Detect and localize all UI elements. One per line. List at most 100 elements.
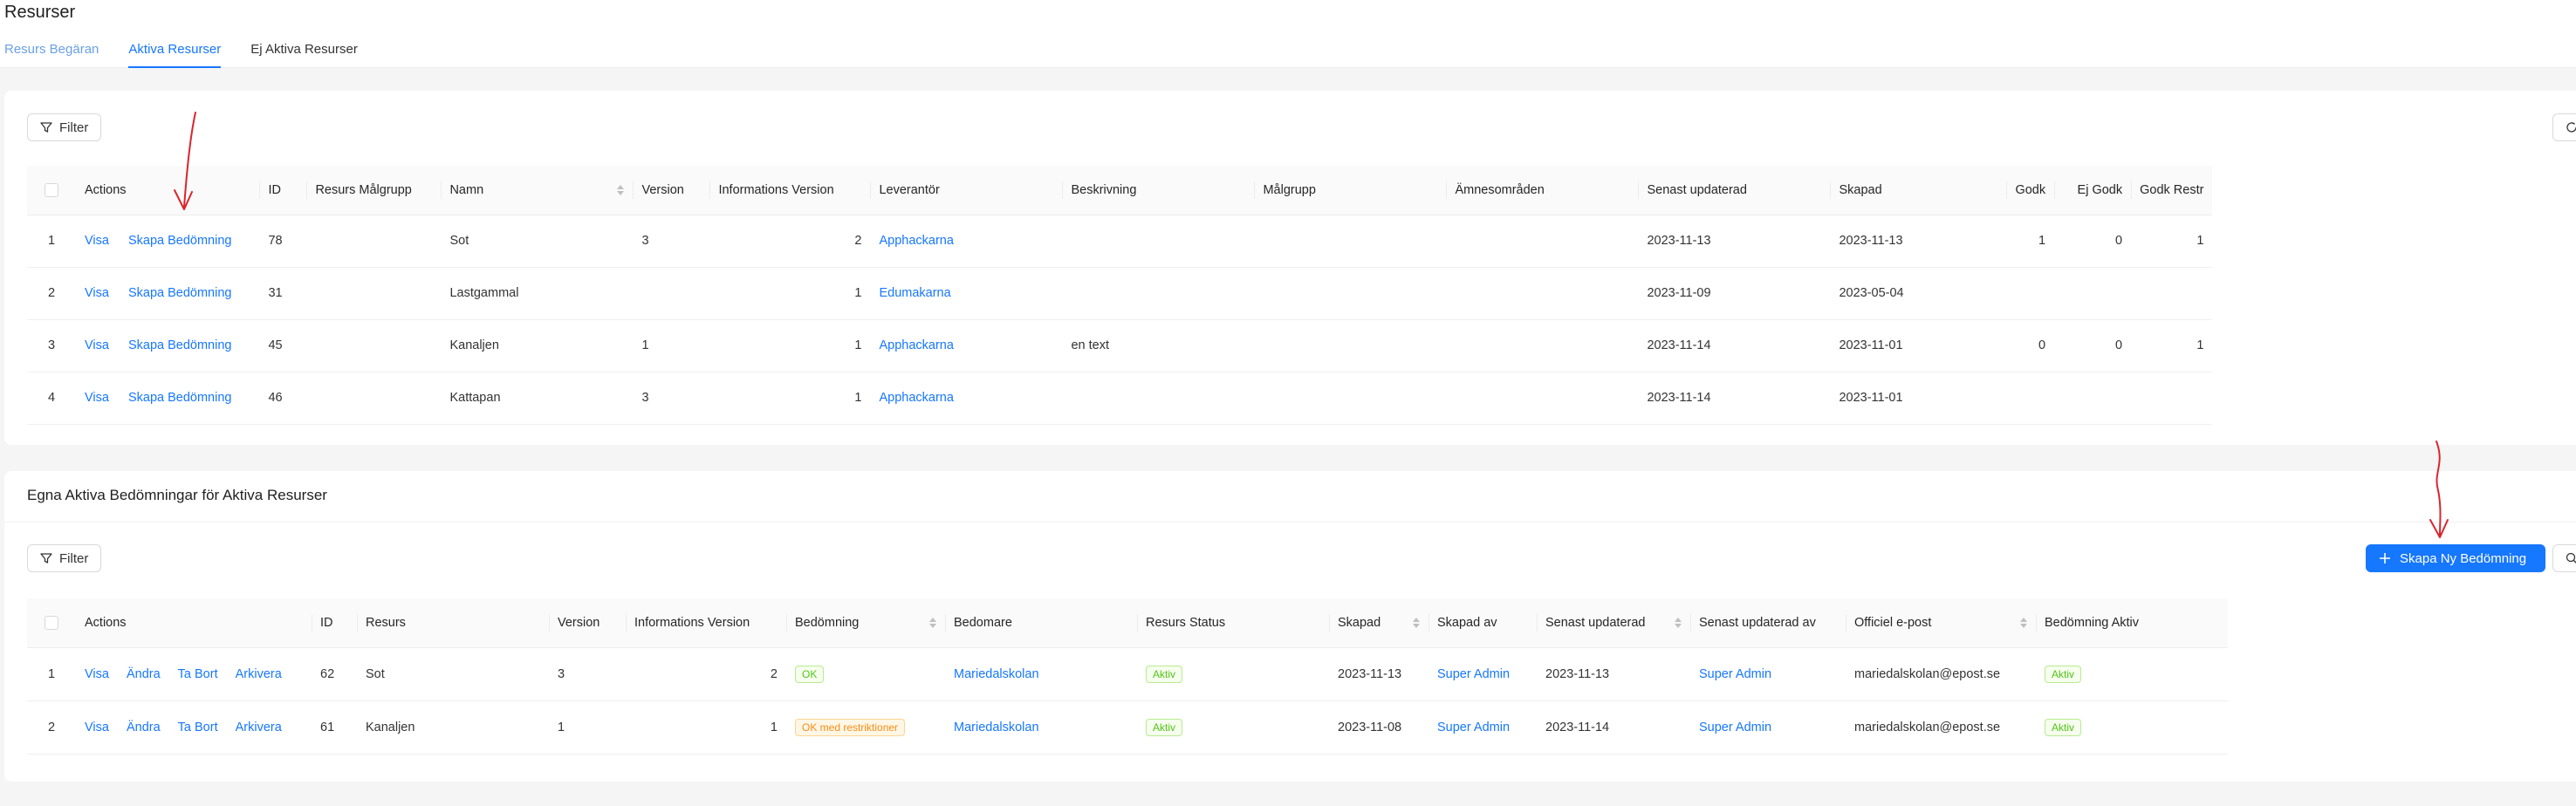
create-new-assessment-button[interactable]: Skapa Ny Bedömning [2366, 544, 2545, 572]
table-row: 3 Visa Skapa Bedömning 45 Kanaljen 1 1 Ap… [27, 319, 2213, 372]
delete-link[interactable]: Ta Bort [178, 667, 218, 681]
search-button[interactable] [2552, 544, 2576, 572]
col-id: ID [312, 598, 357, 648]
col-namn-label: Namn [449, 182, 484, 197]
create-assessment-link[interactable]: Skapa Bedömning [128, 234, 232, 248]
create-new-assessment-label: Skapa Ny Bedömning [2400, 550, 2527, 566]
cell-created: 2023-11-01 [1830, 372, 2007, 425]
page-title: Resurser [4, 3, 76, 22]
annotation-arrow-icon [2429, 441, 2449, 538]
cell-resurs: Kanaljen [357, 700, 549, 755]
cell-created: 2023-05-04 [1830, 267, 2007, 320]
col-godk: Godk [2006, 166, 2055, 215]
cell-updated-by-link[interactable]: Super Admin [1690, 700, 1846, 755]
view-link[interactable]: Visa [85, 286, 109, 300]
col-info-version: Informations Version [626, 598, 786, 648]
col-skapad[interactable]: Skapad [1329, 598, 1428, 648]
create-assessment-link[interactable]: Skapa Bedömning [128, 391, 232, 405]
col-resurs: Resurs [357, 598, 549, 648]
row-number: 2 [27, 700, 76, 755]
create-assessment-link[interactable]: Skapa Bedömning [128, 286, 232, 300]
edit-link[interactable]: Ändra [127, 667, 161, 681]
cell-ej-godk [2054, 267, 2132, 320]
col-actions: Actions [76, 598, 312, 648]
cell-leverantor-link[interactable]: Apphackarna [870, 215, 1063, 268]
cell-resurs-malgrupp [306, 372, 442, 425]
cell-beskrivning: en text [1062, 319, 1255, 372]
col-officiel-epost[interactable]: Officiel e-post [1846, 598, 2036, 648]
cell-resurs: Sot [357, 647, 549, 701]
sort-icon [1413, 617, 1420, 628]
row-number: 3 [27, 319, 76, 372]
cell-resurs-malgrupp [306, 215, 442, 268]
col-bedomning[interactable]: Bedömning [786, 598, 945, 648]
sort-icon [1675, 617, 1682, 628]
cell-namn: Kanaljen [441, 319, 634, 372]
cell-created-by-link[interactable]: Super Admin [1428, 700, 1537, 755]
col-bedomning-label: Bedömning [795, 615, 860, 630]
assessments-table: Actions ID Resurs Version Informations V… [27, 598, 2228, 755]
assessment-tag: OK med restriktioner [795, 718, 906, 736]
col-namn[interactable]: Namn [441, 166, 634, 215]
col-senast-updaterad[interactable]: Senast updaterad [1537, 598, 1690, 648]
cell-amnesomraden [1446, 215, 1639, 268]
tab-resurs-begaran[interactable]: Resurs Begäran [4, 40, 99, 68]
cell-version [633, 267, 710, 320]
annotation-arrow-icon [174, 112, 196, 210]
view-link[interactable]: Visa [85, 721, 109, 734]
cell-malgrupp [1254, 215, 1447, 268]
cell-resurs-malgrupp [306, 267, 442, 320]
cell-leverantor-link[interactable]: Apphackarna [870, 372, 1063, 425]
archive-link[interactable]: Arkivera [236, 667, 282, 681]
cell-updated: 2023-11-14 [1638, 319, 1831, 372]
cell-version: 1 [549, 700, 626, 755]
view-link[interactable]: Visa [85, 667, 109, 681]
cell-bedomare-link[interactable]: Mariedalskolan [945, 647, 1137, 701]
delete-link[interactable]: Ta Bort [178, 721, 218, 734]
tab-ej-aktiva-resurser[interactable]: Ej Aktiva Resurser [250, 40, 358, 68]
filter-button[interactable]: Filter [27, 113, 102, 141]
table-row: 4 Visa Skapa Bedömning 46 Kattapan 3 1 Ap… [27, 372, 2213, 425]
cell-info-version: 2 [709, 215, 871, 268]
col-skapad-av: Skapad av [1428, 598, 1537, 648]
cell-ej-godk [2054, 372, 2132, 425]
own-assessments-card: Egna Aktiva Bedömningar för Aktiva Resur… [4, 471, 2576, 782]
reload-button[interactable] [2552, 113, 2576, 141]
view-link[interactable]: Visa [85, 391, 109, 405]
cell-created: 2023-11-13 [1329, 647, 1428, 701]
view-link[interactable]: Visa [85, 338, 109, 352]
cell-id: 31 [259, 267, 307, 320]
filter-button[interactable]: Filter [27, 544, 102, 572]
col-amnesomraden: Ämnesområden [1446, 166, 1639, 215]
cell-leverantor-link[interactable]: Apphackarna [870, 319, 1063, 372]
col-id: ID [259, 166, 307, 215]
cell-created: 2023-11-13 [1830, 215, 2007, 268]
active-badge: Aktiv [2045, 665, 2082, 683]
select-all-checkbox[interactable] [45, 615, 58, 630]
active-badge: Aktiv [2045, 718, 2082, 736]
cell-id: 61 [312, 700, 357, 755]
cell-updated: 2023-11-13 [1638, 215, 1831, 268]
plus-icon [2380, 553, 2390, 564]
cell-created-by-link[interactable]: Super Admin [1428, 647, 1537, 701]
cell-malgrupp [1254, 319, 1447, 372]
view-link[interactable]: Visa [85, 234, 109, 248]
cell-leverantor-link[interactable]: Edumakarna [870, 267, 1063, 320]
col-senast-updaterad-av: Senast updaterad av [1690, 598, 1846, 648]
archive-link[interactable]: Arkivera [236, 721, 282, 734]
cell-godk-restr: 1 [2131, 319, 2213, 372]
cell-ej-godk: 0 [2054, 319, 2132, 372]
cell-updated-by-link[interactable]: Super Admin [1690, 647, 1846, 701]
tab-bar: Resurs Begäran Aktiva Resurser Ej Aktiva… [4, 40, 387, 68]
select-all-checkbox[interactable] [45, 182, 58, 197]
edit-link[interactable]: Ändra [127, 721, 161, 734]
col-resurs-malgrupp: Resurs Målgrupp [306, 166, 442, 215]
cell-bedomare-link[interactable]: Mariedalskolan [945, 700, 1137, 755]
tab-aktiva-resurser[interactable]: Aktiva Resurser [128, 40, 221, 68]
create-assessment-link[interactable]: Skapa Bedömning [128, 338, 232, 352]
col-bedomare: Bedomare [945, 598, 1137, 648]
cell-id: 78 [259, 215, 307, 268]
cell-email: mariedalskolan@epost.se [1846, 700, 2036, 755]
col-officiel-epost-label: Officiel e-post [1854, 615, 1932, 630]
cell-info-version: 2 [626, 647, 786, 701]
